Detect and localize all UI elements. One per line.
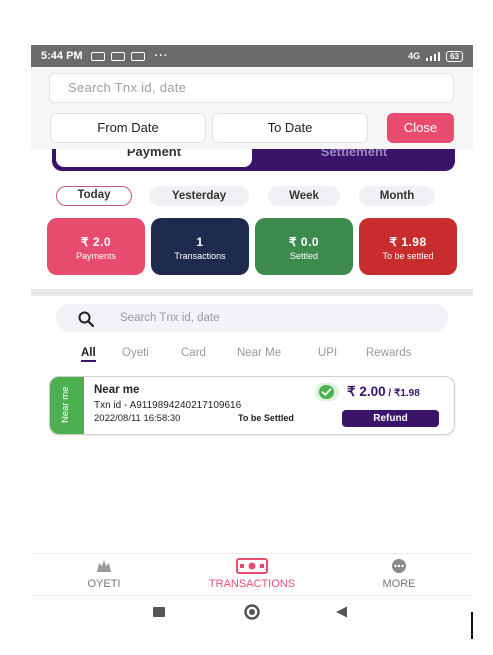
filter-tab-upi[interactable]: UPI [318,347,337,359]
more-notifications-icon: ··· [154,50,169,62]
to-date-button[interactable]: To Date [212,113,368,143]
filter-tab-oyeti[interactable]: Oyeti [122,347,149,359]
date-filter-panel: Search Tnx id, date From Date To Date Cl… [31,67,473,149]
summary-amount: 1 [196,235,204,249]
status-bar: 5:44 PM ··· 4G 63 [31,45,473,67]
message-icon [90,51,105,61]
from-date-button[interactable]: From Date [50,113,206,143]
summary-amount: ₹ 0.0 [288,235,320,249]
signal-icon [426,51,441,61]
section-divider [31,289,473,296]
summary-amount: ₹ 1.98 [389,235,427,249]
recent-apps-icon[interactable] [152,606,166,618]
transaction-id: Txn id - A9119894240217109616 [94,400,242,411]
filter-tab-near-me[interactable]: Near Me [237,347,281,359]
message-icon [110,51,125,61]
home-icon[interactable] [241,604,263,620]
period-today[interactable]: Today [56,186,132,206]
transaction-search-input[interactable]: Search Tnx id, date [56,304,448,332]
check-icon [315,383,339,401]
summary-label: Payments [75,251,117,261]
filter-tab-rewards[interactable]: Rewards [366,347,411,359]
close-button[interactable]: Close [387,113,454,143]
status-time: 5:44 PM [41,50,83,62]
summary-label: Transactions [174,251,226,261]
nav-transactions[interactable]: TRANSACTIONS [197,554,307,590]
network-label: 4G [408,51,421,61]
nav-more[interactable]: MORE [344,554,454,590]
transaction-status: To be Settled [238,413,294,423]
nav-label: TRANSACTIONS [208,578,296,590]
refund-button[interactable]: Refund [342,410,439,427]
app-screen: 5:44 PM ··· 4G 63 Search Tnx id, date Fr… [31,45,473,625]
search-icon [78,311,94,327]
nav-label: OYETI [87,578,121,590]
transaction-amount: ₹ 2.00 / ₹1.98 [347,384,420,400]
battery-icon: 63 [446,50,463,62]
period-month[interactable]: Month [359,186,435,206]
summary-amount: ₹ 2.0 [80,235,112,249]
back-icon[interactable] [334,606,348,618]
summary-label: To be settled [382,251,434,261]
transaction-type-label: Near me [60,386,71,423]
period-yesterday[interactable]: Yesterday [149,186,249,206]
system-navigation-bar [31,595,473,625]
transaction-title: Near me [94,384,140,396]
net-amount: / ₹1.98 [385,388,420,399]
summary-card-to-be-settled[interactable]: ₹ 1.98 To be settled [359,218,457,275]
filter-tab-all[interactable]: All [81,347,96,362]
text-cursor [471,612,473,639]
nav-label: MORE [382,578,416,590]
nav-oyeti[interactable]: OYETI [49,554,159,590]
search-placeholder: Search Tnx id, date [120,312,220,324]
summary-card-transactions[interactable]: 1 Transactions [151,218,249,275]
filter-tab-card[interactable]: Card [181,347,206,359]
amount-value: ₹ 2.00 [347,384,386,399]
filter-search-input[interactable]: Search Tnx id, date [49,73,454,103]
status-right: 4G 63 [408,50,463,62]
transaction-datetime: 2022/08/11 16:58:30 [94,413,181,424]
summary-card-settled[interactable]: ₹ 0.0 Settled [255,218,353,275]
period-week[interactable]: Week [268,186,340,206]
transactions-icon [197,554,307,578]
oyeti-icon [49,554,159,578]
bottom-navigation: OYETI TRANSACTIONS MORE [31,553,473,595]
summary-card-payments[interactable]: ₹ 2.0 Payments [47,218,145,275]
screenshot-icon [130,51,145,61]
more-icon [344,554,454,578]
summary-label: Settled [289,251,319,261]
transaction-card[interactable]: Near me Near me Txn id - A91198942402171… [49,376,455,435]
transaction-type-strip: Near me [50,377,84,434]
